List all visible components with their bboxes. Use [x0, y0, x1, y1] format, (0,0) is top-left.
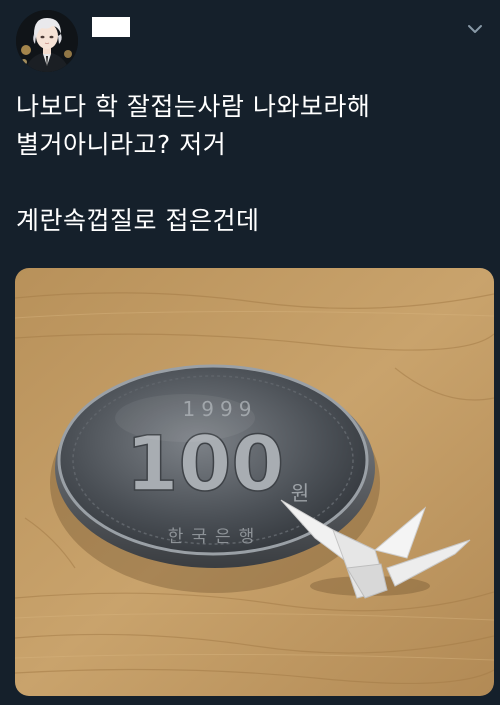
coin-unit: 원 — [291, 481, 309, 505]
avatar-illustration — [16, 10, 78, 72]
coin-and-paper-crane-photo: 1999 100 원 한국은행 — [15, 268, 494, 696]
coin-country: 한국은행 — [168, 527, 263, 547]
author-name-redacted[interactable] — [92, 17, 130, 37]
tweet-card: 나보다 학 잘접는사람 나와보라해 별거아니라고? 저거 계란속껍질로 접은건데 — [0, 0, 500, 705]
avatar[interactable] — [16, 10, 78, 72]
tweet-menu-button[interactable] — [464, 18, 486, 40]
tweet-photo[interactable]: 1999 100 원 한국은행 — [15, 268, 494, 696]
tweet-body: 나보다 학 잘접는사람 나와보라해 별거아니라고? 저거 계란속껍질로 접은건데 — [16, 88, 486, 240]
chevron-down-icon — [468, 25, 482, 33]
tweet-text-line-3: 계란속껍질로 접은건데 — [16, 206, 260, 235]
tweet-text-line-1: 나보다 학 잘접는사람 나와보라해 — [16, 92, 371, 121]
tweet-text-line-2: 별거아니라고? 저거 — [16, 130, 227, 159]
